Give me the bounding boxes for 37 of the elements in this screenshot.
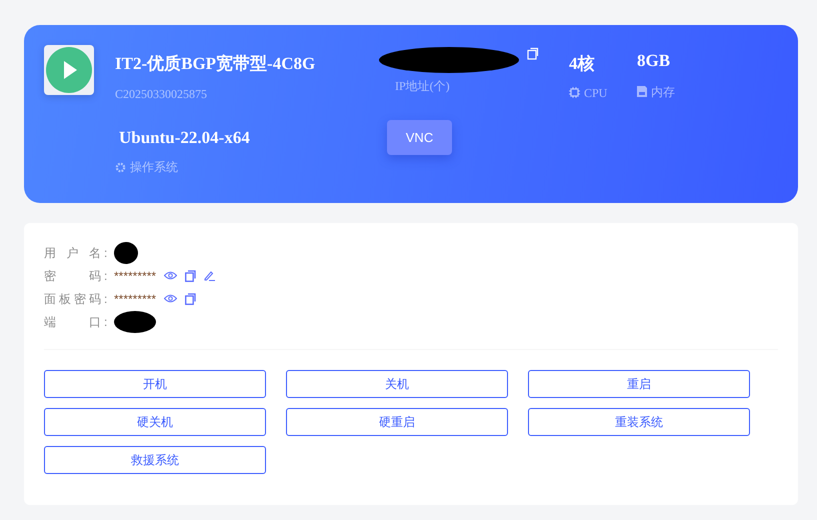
colon: : <box>104 290 108 308</box>
memory-label: 内存 <box>651 84 675 100</box>
save-icon <box>637 86 647 97</box>
os-label: 操作系统 <box>130 159 178 176</box>
cpu-value: 4核 <box>569 53 596 75</box>
os-name: Ubuntu-22.04-x64 <box>119 126 251 148</box>
edit-icon[interactable] <box>204 270 216 281</box>
field-label: 端口 <box>44 314 104 330</box>
field-label: 密码 <box>44 268 104 284</box>
action-button[interactable]: 重启 <box>528 370 750 398</box>
chip-icon <box>569 87 580 98</box>
ip-label: IP地址(个) <box>395 78 451 95</box>
server-name: IT2-优质BGP宽带型-4C8G <box>115 53 316 75</box>
cpu-label: CPU <box>584 84 608 102</box>
colon: : <box>104 268 108 284</box>
eye-icon[interactable] <box>164 294 178 303</box>
field-label: 面板密码 <box>44 290 104 308</box>
masked-password: ********* <box>114 290 156 308</box>
redaction-mark <box>114 242 138 264</box>
action-button[interactable]: 开机 <box>44 370 266 398</box>
colon: : <box>104 244 108 262</box>
masked-password: ********* <box>114 268 156 284</box>
redaction-mark <box>114 310 156 332</box>
colon: : <box>104 314 108 330</box>
server-id: C20250330025875 <box>115 86 208 102</box>
copy-icon[interactable] <box>527 47 539 60</box>
action-button[interactable]: 救援系统 <box>44 446 266 474</box>
memory-value: 8GB <box>637 50 672 72</box>
action-button[interactable]: 重装系统 <box>528 408 750 436</box>
action-button[interactable]: 关机 <box>286 370 508 398</box>
copy-icon[interactable] <box>185 270 196 282</box>
copy-icon[interactable] <box>185 292 196 304</box>
action-button[interactable]: 硬重启 <box>286 408 508 436</box>
eye-icon[interactable] <box>164 271 178 280</box>
action-button[interactable]: 硬关机 <box>44 408 266 436</box>
field-label: 用户名 <box>44 244 104 262</box>
vnc-button[interactable]: VNC <box>387 120 452 155</box>
